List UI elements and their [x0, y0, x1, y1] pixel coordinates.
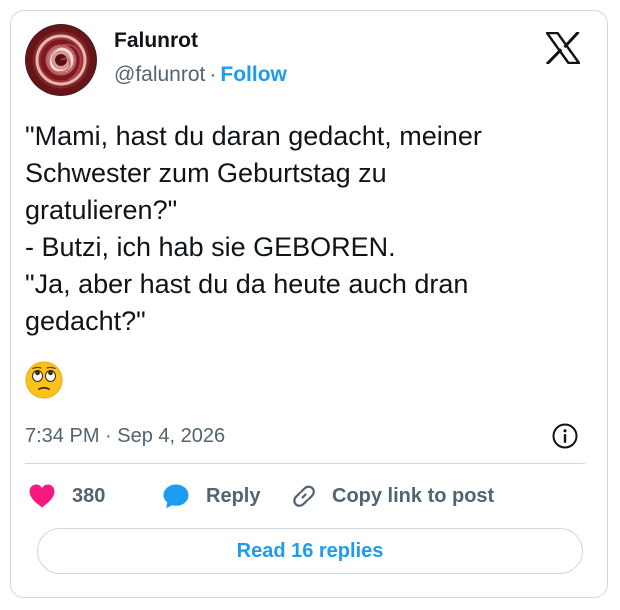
x-logo-icon[interactable] — [545, 30, 581, 66]
tweet-date: Sep 4, 2026 — [117, 425, 226, 447]
timestamp-separator: · — [105, 425, 112, 447]
tweet-line: gratulieren?" — [25, 195, 178, 225]
like-count: 380 — [72, 484, 106, 507]
tweet-line: "Ja, aber hast du da heute auch dran — [25, 269, 469, 299]
author-display-name[interactable]: Falunrot — [114, 28, 287, 54]
author-block: Falunrot @falunrot · Follow — [114, 28, 287, 88]
author-handle-row: @falunrot · Follow — [114, 62, 287, 88]
like-button[interactable]: 380 — [28, 478, 105, 514]
tweet-line: "Mami, hast du daran gedacht, meiner — [25, 121, 482, 151]
reply-bubble-icon — [162, 482, 190, 510]
read-replies-button[interactable]: Read 16 replies — [37, 528, 583, 574]
heart-icon — [28, 483, 56, 509]
copy-link-label: Copy link to post — [332, 484, 495, 507]
tweet-line: Schwester zum Geburtstag zu — [25, 158, 387, 188]
tweet-text: "Mami, hast du daran gedacht, meiner Sch… — [25, 118, 580, 340]
read-replies-label: Read 16 replies — [236, 539, 384, 562]
avatar-spiral-image — [25, 24, 97, 96]
reply-button[interactable]: Reply — [162, 478, 260, 514]
tweet-time: 7:34 PM — [25, 425, 100, 447]
avatar[interactable] — [25, 24, 97, 96]
info-icon[interactable] — [551, 422, 579, 450]
author-handle[interactable]: @falunrot — [114, 63, 205, 86]
tweet-line: - Butzi, ich hab sie GEBOREN. — [25, 232, 396, 262]
link-icon — [290, 482, 318, 510]
tweet-timestamp[interactable]: 7:34 PM · Sep 4, 2026 — [25, 424, 225, 448]
copy-link-button[interactable]: Copy link to post — [290, 478, 494, 514]
reply-label: Reply — [206, 484, 261, 507]
divider — [25, 463, 585, 464]
tweet-line: gedacht?" — [25, 306, 146, 336]
follow-button[interactable]: Follow — [220, 63, 287, 86]
face-with-rolling-eyes-icon — [24, 360, 64, 400]
handle-separator: · — [209, 63, 217, 86]
